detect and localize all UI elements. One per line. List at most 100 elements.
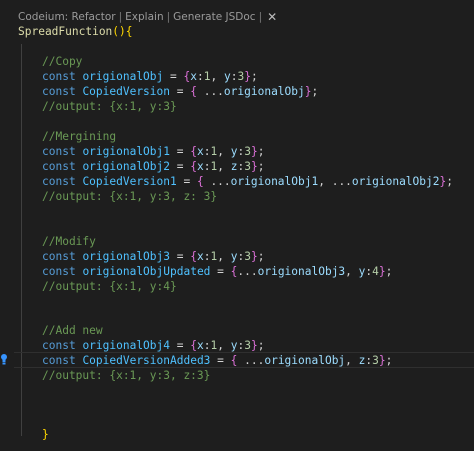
comment-text: //Mergining [42,130,117,143]
keyword: const [42,339,76,352]
variable-ref: origionalObj [223,85,305,98]
function-name: SpreadFunction [18,25,113,38]
code-line-comment[interactable]: //output: {x:1, y:3, z:3} [42,368,210,383]
code-line-comment[interactable]: //output: {x:1, y:3, z: 3} [42,189,217,204]
code-line-closing-brace[interactable]: } [42,427,49,442]
operator: = [210,265,231,278]
keyword: const [42,265,76,278]
number: 3 [244,145,251,158]
spread-operator: ... [196,85,224,98]
number: 3 [244,160,251,173]
brace: } [250,250,258,263]
spread-operator: ... [237,354,265,367]
brace: } [378,265,386,278]
property: x [196,160,204,173]
property: x [196,250,204,263]
code-line-comment[interactable]: //output: {x:1, y:4} [42,279,177,294]
code-line-comment[interactable]: //output: {x:1, y:3} [42,99,177,114]
keyword: const [42,85,76,98]
brace: } [244,70,251,83]
code-line[interactable]: const origionalObj1 = {x:1, y:3}; [42,144,264,159]
property: x [196,145,204,158]
comment-text: //output: {x:1, y:3} [42,100,177,113]
brace: } [250,145,258,158]
code-line[interactable]: const origionalObjUpdated = {...origiona… [42,264,392,279]
brace: } [250,160,258,173]
keyword: const [42,160,76,173]
brace: { [190,85,197,98]
brace-close: } [42,428,49,441]
spread-operator: ... [324,175,352,188]
comment-text: //Copy [42,55,83,68]
number: 3 [244,339,251,352]
variable-name: origionalObjUpdated [82,265,211,278]
code-editor[interactable]: Codeium: Refactor | Explain | Generate J… [0,0,474,451]
codeium-codelens: Codeium: Refactor | Explain | Generate J… [18,10,277,24]
number: 3 [372,354,379,367]
operator: = [163,70,184,83]
close-icon[interactable]: ✕ [267,10,277,24]
semicolon: ; [446,175,453,188]
variable-name: CopiedVersion [82,85,170,98]
variable-name: origionalObj2 [82,160,170,173]
number: 4 [372,265,379,278]
lightbulb-icon[interactable] [0,353,8,366]
variable-name: origionalObj4 [82,339,170,352]
code-line-function-declaration[interactable]: SpreadFunction(){ [18,24,133,39]
codelens-explain-link[interactable]: Explain [125,11,163,23]
codelens-separator: | [258,11,263,23]
brace: } [304,85,312,98]
variable-ref: origionalObj2 [351,175,440,188]
operator: = [210,354,231,367]
code-line-comment[interactable]: //Copy [42,54,82,69]
property: x [190,70,197,83]
code-line[interactable]: const origionalObj3 = {x:1, y:3}; [42,249,264,264]
spread-operator: ... [203,175,231,188]
comment-text: //output: {x:1, y:4} [42,280,177,293]
keyword: const [42,250,76,263]
code-line-current[interactable]: const CopiedVersionAdded3 = { ...origion… [42,353,392,368]
semicolon: ; [257,160,265,173]
code-line[interactable]: const origionalObj2 = {x:1, z:3}; [42,159,264,174]
variable-ref: origionalObj3 [257,265,346,278]
brace: { [190,250,197,263]
code-line[interactable]: const CopiedVersion1 = { ...origionalObj… [42,174,453,189]
variable-name: origionalObj3 [82,250,170,263]
codelens-generate-jsdoc-link[interactable]: Generate JSDoc [173,11,255,23]
operator: = [170,250,191,263]
code-line[interactable]: const CopiedVersion = { ...origionalObj}… [42,84,318,99]
semicolon: ; [257,339,265,352]
code-line[interactable]: const origionalObj4 = {x:1, y:3}; [42,338,264,353]
indent-guide [21,44,22,436]
operator: = [170,160,191,173]
codelens-separator: | [118,11,123,23]
semicolon: ; [250,70,258,83]
comma: , [318,175,325,188]
code-line-comment[interactable]: //Add new [42,323,103,338]
property: y [223,70,231,83]
comment-text: //Add new [42,324,103,337]
code-line-comment[interactable]: //Modify [42,234,96,249]
brace: { [190,339,197,352]
semicolon: ; [311,85,319,98]
number: 3 [244,250,251,263]
code-line[interactable]: const origionalObj = {x:1, y:3}; [42,69,258,84]
operator: = [170,85,191,98]
code-line-comment[interactable]: //Mergining [42,129,116,144]
brace: } [378,354,386,367]
variable-name: origionalObj [82,70,164,83]
semicolon: ; [385,265,393,278]
operator: = [170,145,191,158]
keyword: const [42,175,76,188]
variable-ref: origionalObj [264,354,346,367]
spread-operator: ... [237,265,258,278]
keyword: const [42,354,76,367]
brace: { [190,160,197,173]
semicolon: ; [385,354,393,367]
comment-text: //output: {x:1, y:3, z:3} [42,369,211,382]
operator: = [170,339,191,352]
brace: { [196,175,204,188]
brace-open: { [125,25,133,38]
comment-text: //output: {x:1, y:3, z: 3} [42,190,218,203]
codelens-refactor-link[interactable]: Codeium: Refactor [18,11,116,23]
